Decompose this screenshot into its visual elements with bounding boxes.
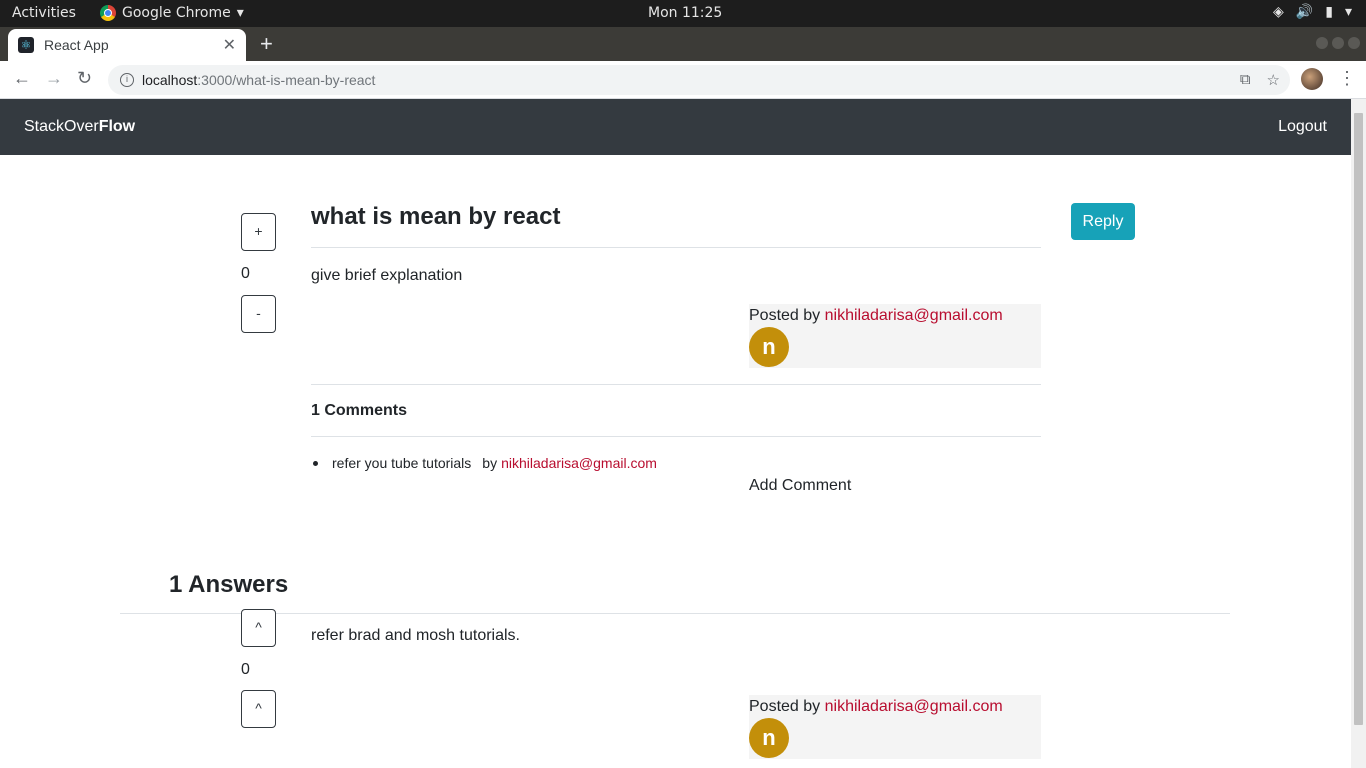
tab-title: React App bbox=[44, 37, 109, 53]
divider bbox=[120, 613, 1230, 614]
downvote-button[interactable]: - bbox=[241, 295, 276, 333]
comment-text: refer you tube tutorials bbox=[332, 455, 472, 471]
question-body: give brief explanation bbox=[311, 267, 463, 284]
posted-by: Posted by nikhiladarisa@gmail.com bbox=[749, 698, 1003, 715]
divider bbox=[311, 247, 1041, 248]
system-tray[interactable]: ◈ 🔊 ▮ ▾ bbox=[1273, 4, 1352, 20]
wifi-icon: ◈ bbox=[1273, 4, 1284, 20]
chevron-down-icon: ▾ bbox=[1344, 4, 1352, 20]
answer-body: refer brad and mosh tutorials. bbox=[311, 627, 520, 644]
brand-logo[interactable]: StackOverFlow bbox=[24, 118, 135, 136]
reload-icon[interactable]: ↻ bbox=[77, 68, 92, 89]
bookmark-star-icon[interactable]: ☆ bbox=[1267, 71, 1280, 89]
posted-by: Posted by nikhiladarisa@gmail.com bbox=[749, 307, 1003, 324]
answer-upvote-button[interactable]: ^ bbox=[241, 609, 276, 647]
scrollbar-thumb[interactable] bbox=[1354, 113, 1363, 725]
comments-title: 1 Comments bbox=[311, 402, 408, 419]
close-icon[interactable]: ✕ bbox=[223, 35, 236, 55]
minimize-button[interactable] bbox=[1316, 37, 1328, 49]
upvote-button[interactable]: + bbox=[241, 213, 276, 251]
divider bbox=[311, 436, 1041, 437]
app-name: Google Chrome bbox=[122, 5, 231, 21]
comment-author-link[interactable]: nikhiladarisa@gmail.com bbox=[501, 455, 657, 471]
clock[interactable]: Mon 11:25 bbox=[648, 5, 722, 21]
app-menu[interactable]: Google Chrome ▾ bbox=[100, 5, 244, 21]
answer-vote-count: 0 bbox=[241, 661, 250, 678]
avatar: n bbox=[749, 327, 789, 367]
menu-kebab-icon[interactable]: ⋮ bbox=[1338, 68, 1356, 89]
divider bbox=[311, 384, 1041, 385]
posted-by-card: Posted by nikhiladarisa@gmail.com n bbox=[749, 304, 1041, 368]
react-icon: ⚛ bbox=[18, 37, 34, 53]
window-controls bbox=[1316, 37, 1360, 49]
add-comment-link[interactable]: Add Comment bbox=[749, 477, 851, 495]
url-path: :3000/what-is-mean-by-react bbox=[197, 72, 376, 88]
browser-toolbar: ← → ↻ i localhost:3000/what-is-mean-by-r… bbox=[0, 61, 1366, 99]
info-icon[interactable]: i bbox=[120, 73, 134, 87]
open-external-icon[interactable]: ⧉ bbox=[1240, 71, 1251, 89]
answer-downvote-button[interactable]: ^ bbox=[241, 690, 276, 728]
comment-by: by bbox=[482, 455, 498, 471]
activities-button[interactable]: Activities bbox=[12, 5, 76, 21]
new-tab-button[interactable]: + bbox=[260, 31, 273, 57]
site-navbar: StackOverFlow Logout bbox=[0, 99, 1351, 155]
page-scrollbar[interactable] bbox=[1351, 99, 1366, 768]
avatar: n bbox=[749, 718, 789, 758]
answers-title: 1 Answers bbox=[169, 571, 289, 598]
battery-icon: ▮ bbox=[1325, 4, 1333, 20]
url-host: localhost bbox=[142, 72, 198, 88]
logout-link[interactable]: Logout bbox=[1278, 118, 1327, 136]
window-close-button[interactable] bbox=[1348, 37, 1360, 49]
chevron-down-icon: ▾ bbox=[236, 5, 244, 21]
reply-button[interactable]: Reply bbox=[1071, 203, 1135, 240]
author-link[interactable]: nikhiladarisa@gmail.com bbox=[825, 307, 1003, 324]
address-bar[interactable]: i localhost:3000/what-is-mean-by-react ⧉… bbox=[108, 65, 1290, 95]
author-link[interactable]: nikhiladarisa@gmail.com bbox=[825, 698, 1003, 715]
comment-list-item: refer you tube tutorials by nikhiladaris… bbox=[311, 455, 657, 471]
tab-strip: ⚛ React App ✕ + bbox=[0, 27, 1366, 61]
bullet bbox=[313, 460, 318, 466]
maximize-button[interactable] bbox=[1332, 37, 1344, 49]
forward-icon[interactable]: → bbox=[45, 68, 63, 89]
browser-tab[interactable]: ⚛ React App ✕ bbox=[8, 29, 246, 61]
answer-posted-by-card: Posted by nikhiladarisa@gmail.com n bbox=[749, 695, 1041, 759]
vote-count: 0 bbox=[241, 265, 250, 282]
profile-avatar[interactable] bbox=[1301, 68, 1323, 90]
page-viewport: StackOverFlow Logout + 0 - what is mean … bbox=[0, 99, 1351, 768]
volume-icon: 🔊 bbox=[1295, 4, 1314, 20]
os-top-bar: Activities Google Chrome ▾ Mon 11:25 ◈ 🔊… bbox=[0, 0, 1366, 27]
back-icon[interactable]: ← bbox=[13, 68, 31, 89]
question-title: what is mean by react bbox=[311, 203, 561, 230]
chrome-icon bbox=[100, 5, 116, 21]
